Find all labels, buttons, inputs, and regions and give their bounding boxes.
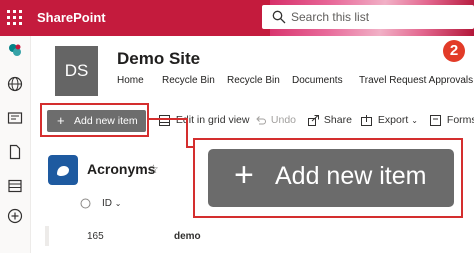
nav-item-home[interactable]: Home — [117, 75, 144, 86]
select-column-icon[interactable] — [80, 198, 91, 212]
globe-icon[interactable] — [7, 76, 23, 92]
plus-icon-large: + — [234, 156, 254, 194]
create-icon[interactable] — [7, 208, 23, 224]
search-icon — [272, 10, 286, 24]
app-launcher-icon[interactable] — [5, 8, 25, 28]
cell-id: 165 — [87, 231, 104, 242]
column-header-id[interactable]: ID ⌄ — [102, 198, 121, 209]
chevron-down-icon: ⌄ — [411, 116, 418, 125]
nav-item-recycle-bin-2[interactable]: Recycle Bin — [227, 75, 280, 86]
forms-button[interactable]: Forms — [430, 114, 474, 126]
left-rail — [0, 36, 31, 253]
grid-icon — [159, 114, 170, 126]
row-selection-bar — [45, 226, 49, 246]
list-icon[interactable] — [7, 178, 23, 194]
forms-icon — [430, 114, 441, 126]
favorite-star-icon[interactable]: ☆ — [148, 162, 159, 176]
undo-button[interactable]: Undo — [255, 114, 296, 126]
undo-icon — [256, 115, 266, 125]
highlight-box — [40, 103, 149, 137]
chevron-down-icon: ⌄ — [114, 199, 122, 208]
export-button[interactable]: Export ⌄ — [361, 114, 418, 126]
step-badge: 2 — [443, 40, 465, 62]
nav-item-travel-request[interactable]: Travel Request Approvals De — [359, 75, 474, 86]
nav-item-documents[interactable]: Documents — [292, 75, 343, 86]
nav-item-recycle-bin[interactable]: Recycle Bin — [162, 75, 215, 86]
document-icon[interactable] — [7, 144, 23, 160]
search-box[interactable]: Search this list — [262, 5, 474, 29]
site-title[interactable]: Demo Site — [117, 49, 200, 69]
share-button[interactable]: Share — [308, 114, 352, 126]
site-logo[interactable]: DS — [55, 46, 98, 96]
list-title[interactable]: Acronyms — [87, 161, 155, 177]
share-icon — [308, 114, 319, 126]
app-name[interactable]: SharePoint — [37, 10, 106, 25]
sharepoint-home-icon[interactable] — [7, 42, 23, 58]
callout-connector-vertical — [186, 118, 188, 148]
edit-grid-view-button[interactable]: Edit in grid view — [159, 114, 249, 126]
news-icon[interactable] — [7, 110, 23, 126]
export-icon — [361, 114, 372, 126]
search-placeholder: Search this list — [291, 10, 370, 24]
list-logo-icon — [48, 155, 78, 185]
suite-bar: SharePoint Search this list — [0, 0, 474, 36]
cell-title[interactable]: demo — [174, 231, 201, 242]
callout-connector — [149, 118, 187, 120]
zoomed-add-new-item-button: + Add new item — [208, 149, 454, 207]
